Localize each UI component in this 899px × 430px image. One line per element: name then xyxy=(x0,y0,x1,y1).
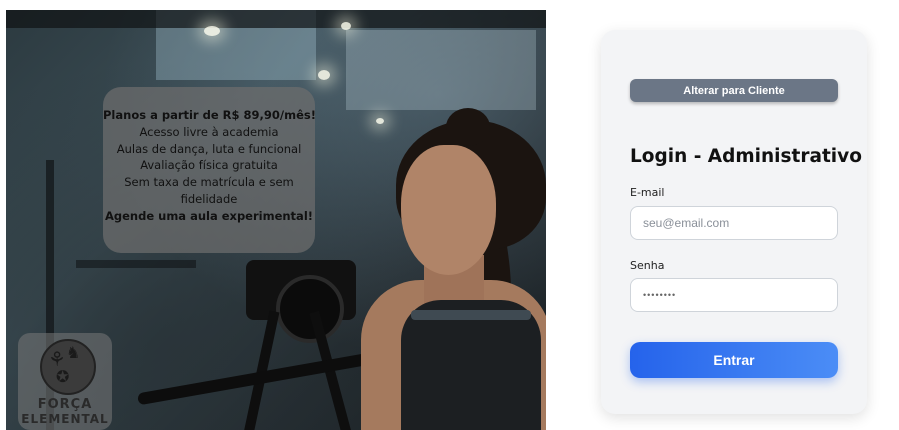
person-hair-bun xyxy=(446,108,490,146)
ceiling-light xyxy=(204,26,220,36)
gym-window xyxy=(346,30,536,110)
login-title: Login - Administrativo xyxy=(630,146,862,167)
promo-line: Aulas de dança, luta e funcional xyxy=(116,141,302,156)
logo-word-elemental: ELEMENTAL xyxy=(21,412,109,426)
brand-logo: ⚘ ♞ ✪ FORÇA ELEMENTAL xyxy=(18,333,112,430)
kick-icon: ♞ xyxy=(66,343,81,362)
promo-cta: Agende uma aula experimental! xyxy=(104,208,314,223)
ceiling-light xyxy=(376,118,384,124)
logo-emblem: ⚘ ♞ ✪ xyxy=(40,339,96,395)
promo-line: Acesso livre à academia xyxy=(139,124,279,139)
gym-equipment xyxy=(76,260,196,268)
ceiling-light xyxy=(341,22,351,30)
promo-line: Sem taxa de matrícula e sem xyxy=(124,175,294,190)
email-label: E-mail xyxy=(630,186,665,199)
login-submit-button[interactable]: Entrar xyxy=(630,342,838,378)
ceiling-light xyxy=(318,70,330,80)
promo-box: Planos a partir de R$ 89,90/mês! Acesso … xyxy=(103,87,316,253)
camera-lens xyxy=(276,275,344,343)
person-top-stripe xyxy=(411,310,531,320)
email-field[interactable] xyxy=(630,206,838,240)
password-field[interactable] xyxy=(630,278,838,312)
login-panel: Alterar para Cliente Login - Administrat… xyxy=(601,30,867,414)
promo-line: fidelidade xyxy=(180,191,238,206)
switch-to-client-button[interactable]: Alterar para Cliente xyxy=(630,79,838,102)
person-face xyxy=(401,145,496,275)
ceiling-beam xyxy=(6,10,546,28)
promo-headline: Planos a partir de R$ 89,90/mês! xyxy=(103,108,316,122)
muscle-icon: ✪ xyxy=(56,367,70,386)
password-label: Senha xyxy=(630,259,665,272)
promo-line: Avaliação física gratuita xyxy=(140,158,278,173)
logo-word-forca: FORÇA xyxy=(37,397,93,412)
